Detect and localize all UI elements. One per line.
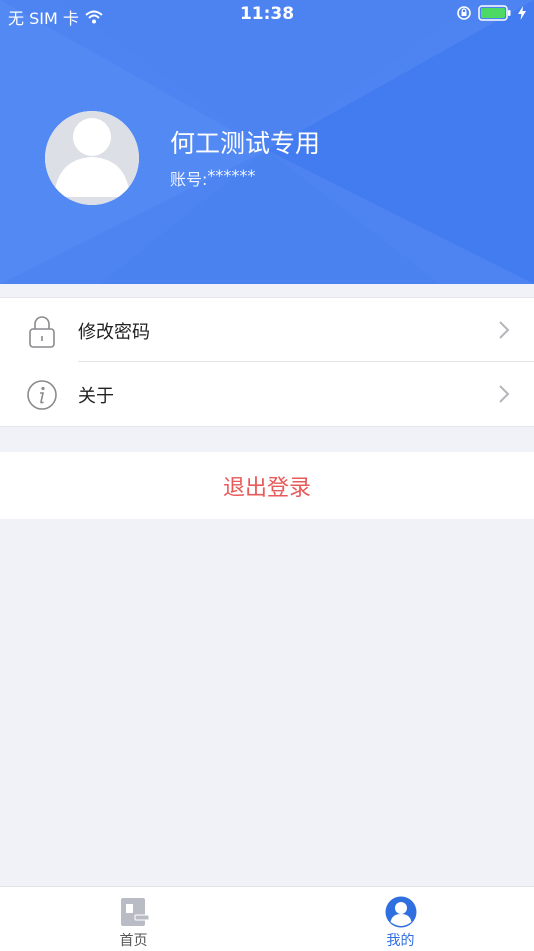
status-indicators	[456, 5, 526, 21]
menu-item-label: 关于	[78, 386, 114, 407]
avatar[interactable]	[45, 111, 139, 205]
account-line: 账号: ******	[170, 166, 255, 190]
tab-bar: 首页 我的	[0, 886, 534, 951]
user-icon	[385, 896, 416, 928]
status-bar: 无 SIM 卡 11:38	[0, 0, 534, 28]
logout-label: 退出登录	[222, 475, 311, 501]
user-name: 何工测试专用	[170, 129, 321, 158]
logout-button[interactable]: 退出登录	[0, 452, 534, 519]
chevron-right-icon	[499, 321, 510, 339]
account-value: ******	[207, 166, 256, 185]
menu-item-about[interactable]: 关于	[0, 362, 534, 426]
tab-home[interactable]: 首页	[0, 887, 267, 951]
profile-header: 无 SIM 卡 11:38 何工测试专用 账号: ******	[0, 0, 534, 284]
charging-icon	[518, 6, 526, 20]
battery-icon	[478, 5, 511, 21]
tab-mine[interactable]: 我的	[267, 887, 534, 951]
chevron-right-icon	[499, 385, 510, 403]
tab-label: 首页	[119, 933, 148, 949]
account-label: 账号:	[170, 170, 208, 189]
home-icon	[120, 898, 149, 926]
lock-icon	[29, 316, 55, 348]
tab-label: 我的	[386, 933, 415, 949]
status-time: 11:38	[239, 4, 295, 24]
menu-item-change-password[interactable]: 修改密码	[0, 298, 534, 362]
info-icon	[27, 380, 57, 410]
default-avatar-icon	[45, 111, 139, 205]
menu-item-label: 修改密码	[78, 322, 150, 343]
rotation-lock-icon	[457, 6, 471, 20]
settings-menu: 修改密码 关于	[0, 297, 534, 427]
